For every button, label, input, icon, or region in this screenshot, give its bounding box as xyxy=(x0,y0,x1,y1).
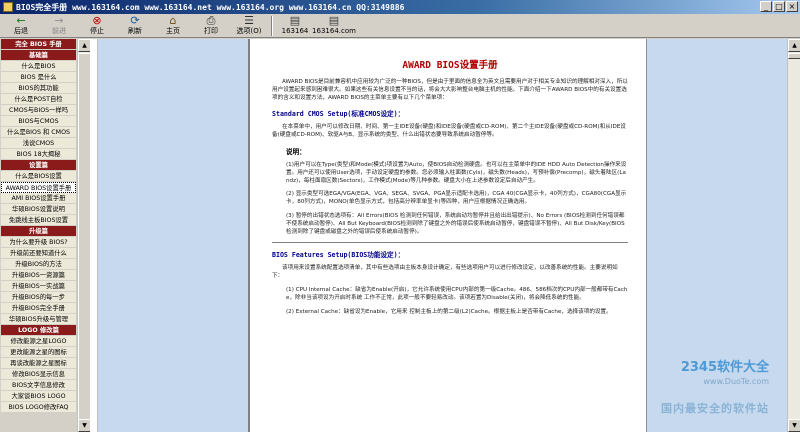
options-label: 选项(O) xyxy=(236,27,262,35)
note-paragraph: (3) 暂停的出错状态选项有：All Errors(BIOS 检测到任何错误，系… xyxy=(286,212,625,235)
page-title: AWARD BIOS设置手册 xyxy=(402,60,498,71)
link-163164-label: 163164 xyxy=(281,27,309,35)
refresh-label: 刷新 xyxy=(128,27,142,35)
options-icon: ☰ xyxy=(244,14,254,27)
sidebar-item[interactable]: BIOS 18大揭秘 xyxy=(1,149,76,160)
home-button[interactable]: ⌂ 主页 xyxy=(154,14,192,38)
sidebar-item[interactable]: 华硕BIOS升级与管理 xyxy=(1,314,76,325)
note-paragraph: (1)用户可以在Type(类型)和Mode(模式)项设置为Auto，使BIOS自… xyxy=(286,161,627,184)
sidebar-item[interactable]: 升级BIOS完全手册 xyxy=(1,303,76,314)
title-bar[interactable]: BIOS完全手册 www.163164.com www.163164.net w… xyxy=(0,0,800,14)
scroll-up-arrow-icon[interactable]: ▲ xyxy=(788,39,800,52)
sidebar-item[interactable]: 升级BIOS一实战篇 xyxy=(1,281,76,292)
sidebar-item[interactable]: 浅说CMOS xyxy=(1,138,76,149)
back-label: 后退 xyxy=(14,27,28,35)
sidebar-item[interactable]: 华硕BIOS设置说明 xyxy=(1,204,76,215)
scroll-thumb[interactable] xyxy=(788,53,800,59)
link-163164-button[interactable]: ▤ 163164 xyxy=(276,14,314,38)
sidebar-item[interactable]: 大家谈BIOS LOGO xyxy=(1,391,76,402)
forward-button[interactable]: → 前进 xyxy=(40,14,78,38)
watermark: 2345软件大全 www.DuoTe.com 国内最安全的软件站 xyxy=(661,356,769,416)
watermark-brand: 2345软件大全 xyxy=(680,360,769,375)
content-pane: AWARD BIOS设置手册 AWARD BIOS是目前兼容机中应用较为广泛的一… xyxy=(250,39,647,432)
minimize-button[interactable]: _ xyxy=(760,1,772,12)
sidebar-item[interactable]: 升级前还要知道什么 xyxy=(1,248,76,259)
sidebar-item[interactable]: 修改能源之星LOGO xyxy=(1,336,76,347)
sidebar-item[interactable]: BIOS LOGO修改FAQ xyxy=(1,402,76,413)
note-paragraph: (2) 显示类型可选EGA/VGA(EGA、VGA、SEGA、SVGA、PGA显… xyxy=(286,191,627,206)
print-label: 打印 xyxy=(204,27,218,35)
sidebar-item[interactable]: AWARD BIOS设置手册 xyxy=(1,182,76,193)
section-paragraph: 在本菜单中，用户可以修改日期、时间、第一主IDE设备(硬盘)和IDE设备(硬盘或… xyxy=(272,124,626,139)
sidebar-item[interactable]: BIOS的其功能 xyxy=(1,83,76,94)
stop-label: 停止 xyxy=(90,27,104,35)
page-icon: ▤ xyxy=(289,14,301,27)
sidebar-item[interactable]: 什么是POST自检 xyxy=(1,94,76,105)
sidebar-item[interactable]: BIOS 是什么 xyxy=(1,72,76,83)
back-arrow-icon: ← xyxy=(16,14,26,27)
intro-paragraph: AWARD BIOS是目前兼容机中应用较为广泛的一种BIOS，但是由于里面的信息… xyxy=(272,79,628,101)
right-background-panel: 2345软件大全 www.DuoTe.com 国内最安全的软件站 xyxy=(647,39,787,432)
options-button[interactable]: ☰ 选项(O) xyxy=(230,14,268,38)
watermark-slogan: 国内最安全的软件站 xyxy=(661,402,769,415)
section-divider xyxy=(272,242,628,244)
sidebar-item[interactable]: 什么是BIOS xyxy=(1,61,76,72)
content-scrollbar[interactable]: ▲ ▼ xyxy=(787,39,800,432)
sidebar-scrollbar[interactable]: ▲ ▼ xyxy=(77,39,91,432)
main-area: 完全 BIOS 手册 基础篇 什么是BIOS BIOS 是什么 BIOS的其功能 什么是P… xyxy=(0,39,800,432)
sidebar-item[interactable]: 修改BIOS显示信息 xyxy=(1,369,76,380)
maximize-button[interactable]: □ xyxy=(773,1,785,12)
refresh-icon: ⟳ xyxy=(130,14,140,27)
sidebar-item[interactable]: BIOS与CMOS xyxy=(1,116,76,127)
note-label: 说明： xyxy=(286,147,306,156)
printer-icon: ⎙ xyxy=(206,14,216,27)
sidebar-item[interactable]: AMI BIOS设置手册 xyxy=(1,193,76,204)
left-margin xyxy=(90,39,98,432)
list-item: (2) External Cache：缺省设为Enable，它用来 控制主板上的… xyxy=(286,308,612,315)
sidebar-section-header: 完全 BIOS 手册 xyxy=(1,39,76,50)
stop-button[interactable]: ⊗ 停止 xyxy=(78,14,116,38)
close-button[interactable]: × xyxy=(786,1,798,12)
page-icon: ▤ xyxy=(328,14,340,27)
print-button[interactable]: ⎙ 打印 xyxy=(192,14,230,38)
stop-icon: ⊗ xyxy=(92,14,102,27)
section-heading: BIOS Features Setup(BIOS功能设定)： xyxy=(272,251,405,260)
sidebar-item[interactable]: 再谈改能源之星图标 xyxy=(1,358,76,369)
link-163164com-label: 163164.com xyxy=(312,27,356,35)
sidebar-section-header: LOGO 修改篇 xyxy=(1,325,76,336)
forward-label: 前进 xyxy=(52,27,66,35)
sidebar-item[interactable]: 什么是BIOS 和 CMOS xyxy=(1,127,76,138)
section-paragraph: 该项用来设置系统配置选项清单，其中有些选项由主板本身设计确定，有些选项用户可以进… xyxy=(272,265,618,280)
section-heading: Standard CMOS Setup(标准CMOS设定)： xyxy=(272,110,405,119)
scroll-down-arrow-icon[interactable]: ▼ xyxy=(788,419,800,432)
sidebar-item[interactable]: 什么是BIOS设置 xyxy=(1,171,76,182)
watermark-site: www.DuoTe.com xyxy=(703,377,769,386)
window-title: BIOS完全手册 www.163164.com www.163164.net w… xyxy=(16,2,405,12)
home-label: 主页 xyxy=(166,27,180,35)
back-button[interactable]: ← 后退 xyxy=(2,14,40,38)
sidebar-section-header: 设置篇 xyxy=(1,160,76,171)
sidebar-item[interactable]: BIOS文字信息修改 xyxy=(1,380,76,391)
forward-arrow-icon: → xyxy=(54,14,64,27)
sidebar-item[interactable]: 升级BIOS的每一步 xyxy=(1,292,76,303)
toolbar: ← 后退 → 前进 ⊗ 停止 ⟳ 刷新 ⌂ 主页 ⎙ 打印 ☰ 选项(O) ▤ xyxy=(0,14,800,38)
sidebar-section-header: 基础篇 xyxy=(1,50,76,61)
app-icon xyxy=(3,2,13,12)
home-icon: ⌂ xyxy=(169,14,177,27)
sidebar-section-header: 升级篇 xyxy=(1,226,76,237)
link-163164com-button[interactable]: ▤ 163164.com xyxy=(312,14,356,38)
list-item: (1) CPU Internal Cache：缺省为Enable(开启)，它允许… xyxy=(286,286,628,301)
toolbar-separator xyxy=(271,16,273,36)
sidebar-item[interactable]: 为什么要升级 BIOS? xyxy=(1,237,76,248)
app-window: BIOS完全手册 www.163164.com www.163164.net w… xyxy=(0,0,800,432)
sidebar-item[interactable]: 更改能源之星的图标 xyxy=(1,347,76,358)
nav-sidebar: 完全 BIOS 手册 基础篇 什么是BIOS BIOS 是什么 BIOS的其功能 什么是P… xyxy=(0,39,77,432)
sidebar-item[interactable]: CMOS与BIOS一样吗 xyxy=(1,105,76,116)
sidebar-item[interactable]: 升级BIOS一资源篇 xyxy=(1,270,76,281)
sidebar-item[interactable]: 升级BIOS的方法 xyxy=(1,259,76,270)
sidebar-item[interactable]: 免跳线主板BIOS设置 xyxy=(1,215,76,226)
window-controls: _ □ × xyxy=(760,1,798,12)
refresh-button[interactable]: ⟳ 刷新 xyxy=(116,14,154,38)
left-background-panel xyxy=(98,39,248,432)
